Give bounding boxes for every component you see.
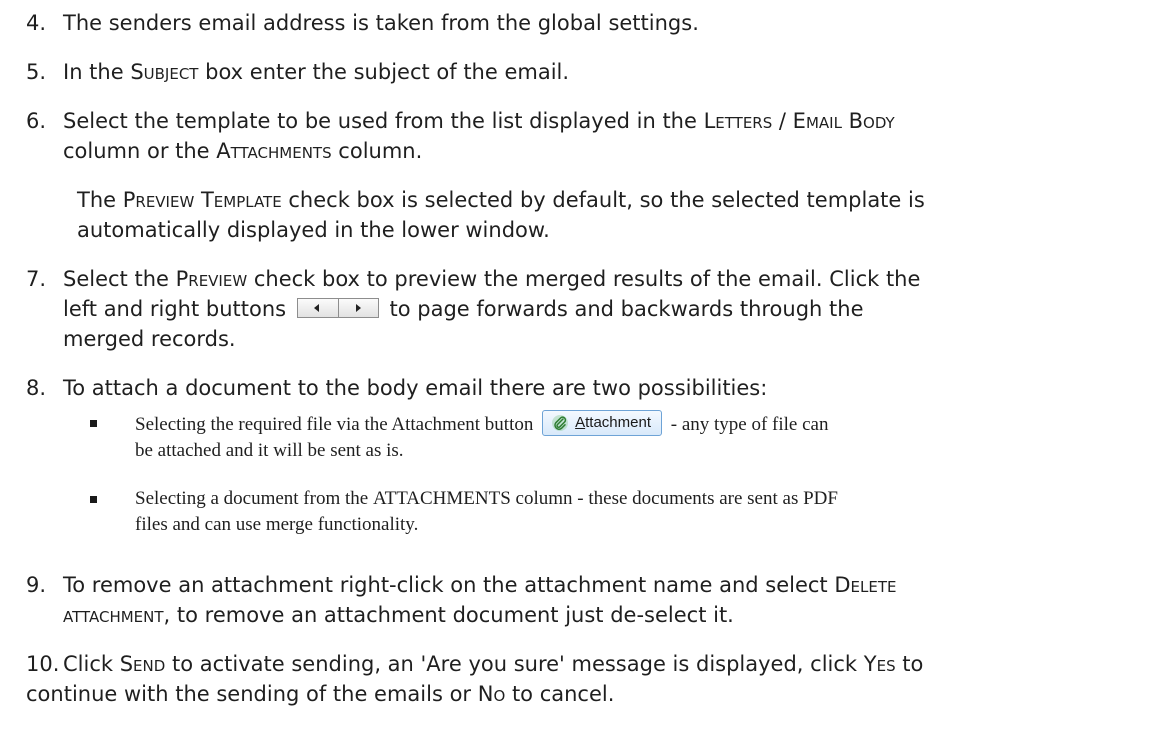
- ui-term: ATTACHMENTS: [372, 488, 511, 509]
- step-text-continued: continue with the sending of the emails …: [26, 682, 615, 706]
- previous-button[interactable]: [298, 299, 339, 317]
- bullet-icon: [90, 420, 97, 427]
- ui-term: Send: [119, 652, 166, 676]
- next-button[interactable]: [338, 299, 378, 317]
- step-7: 7. Select the Preview check box to previ…: [0, 264, 1176, 354]
- step-number: 5.: [26, 60, 47, 84]
- ui-term: Subject: [130, 60, 199, 84]
- paperclip-icon: [552, 415, 569, 431]
- attachment-button[interactable]: Attachment: [542, 410, 662, 436]
- ui-term: attachment: [63, 603, 164, 627]
- ui-term: Attachments: [216, 139, 332, 163]
- step-number: 8.: [26, 376, 47, 400]
- step-9: 9. To remove an attachment right-click o…: [0, 570, 1176, 630]
- step-number: 6.: [26, 109, 47, 133]
- step-text: To attach a document to the body email t…: [63, 376, 768, 400]
- step-6-note: The Preview Template check box is select…: [77, 188, 925, 242]
- arrow-left-icon: [313, 304, 319, 312]
- step-number: 4.: [26, 11, 47, 35]
- step-6: 6. Select the template to be used from t…: [0, 106, 1176, 166]
- arrow-right-icon: [355, 304, 361, 312]
- ui-term: Delete: [834, 573, 897, 597]
- step-text: The senders email address is taken from …: [63, 11, 699, 35]
- ui-term: Preview Template: [122, 188, 282, 212]
- step-number: 10.: [26, 652, 60, 676]
- ui-term: Letters / Email Body: [703, 109, 895, 133]
- page-nav-buttons[interactable]: [296, 298, 379, 318]
- ui-term: Yes: [863, 652, 896, 676]
- bullet-icon: [90, 496, 97, 503]
- ui-term: No: [477, 682, 506, 706]
- step-text: Select the Preview check box to preview …: [63, 267, 921, 351]
- step-text: To remove an attachment right-click on t…: [63, 573, 897, 627]
- step-10: 10. Click Send to activate sending, an '…: [0, 649, 1176, 709]
- attachment-button-label: Attachment: [575, 414, 651, 431]
- ui-term: Preview: [175, 267, 248, 291]
- step-number: 7.: [26, 267, 47, 291]
- step-text: In the Subject box enter the subject of …: [63, 60, 570, 84]
- step-number: 9.: [26, 573, 47, 597]
- step-text: Click Send to activate sending, an 'Are …: [63, 652, 924, 676]
- step-text: Select the template to be used from the …: [63, 109, 895, 163]
